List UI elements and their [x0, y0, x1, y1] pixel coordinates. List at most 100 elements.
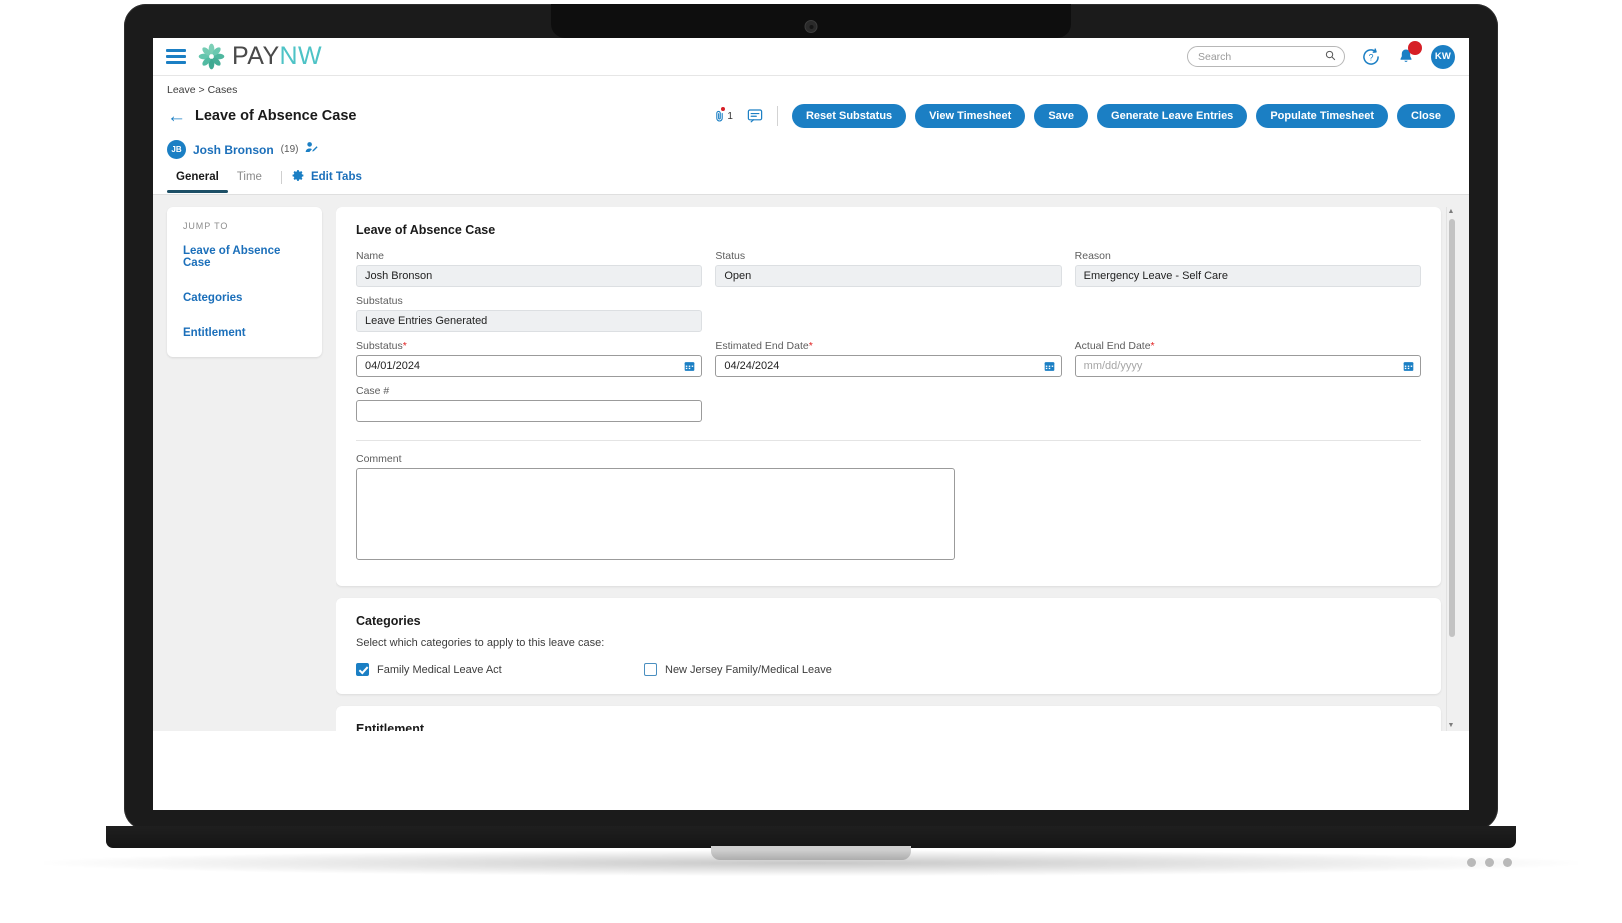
dot [1467, 858, 1476, 867]
substatus-date-input[interactable]: 04/01/2024 [356, 355, 703, 377]
dot [1503, 858, 1512, 867]
brand-pay-text: PAY [232, 42, 280, 70]
category-new-jersey-family-medical-leave[interactable]: New Jersey Family/Medical Leave [644, 663, 832, 676]
calendar-icon[interactable] [684, 361, 695, 372]
action-button-row: Reset Substatus View Timesheet Save Gene… [791, 104, 1455, 128]
paynw-flower-icon [198, 43, 225, 70]
header-tools: 1 Reset Substatus View Timesheet Save Ge… [713, 104, 1455, 128]
calendar-icon[interactable] [1044, 361, 1055, 372]
reason-field-group: Reason Emergency Leave - Self Care [1074, 250, 1421, 287]
substatus-field-group: Substatus Leave Entries Generated [356, 295, 703, 332]
notifications-bell-icon[interactable] [1397, 41, 1422, 66]
jump-link-categories[interactable]: Categories [167, 292, 322, 327]
categories-panel-title: Categories [356, 614, 421, 628]
estimated-end-date-label-text: Estimated End Date [715, 340, 809, 352]
estimated-end-date-field-group: Estimated End Date* 04/24/2024 [715, 340, 1062, 377]
screenshot-stage: PAYNW Search ? KW Leave > Cases ← Leave … [0, 0, 1622, 923]
reason-value: Emergency Leave - Self Care [1074, 265, 1421, 287]
edit-tabs-label: Edit Tabs [310, 171, 362, 183]
tab-time[interactable]: Time [228, 171, 271, 192]
employee-avatar: JB [167, 140, 186, 159]
category-label: New Jersey Family/Medical Leave [665, 663, 832, 676]
jump-link-leave-of-absence-case[interactable]: Leave of Absence Case [167, 245, 322, 292]
case-section-divider [356, 440, 1421, 441]
calendar-icon[interactable] [1403, 361, 1414, 372]
case-number-field-group: Case # [356, 385, 703, 422]
estimated-end-date-label: Estimated End Date* [715, 340, 1061, 352]
comments-icon[interactable] [747, 109, 763, 123]
laptop-screen: PAYNW Search ? KW Leave > Cases ← Leave … [153, 38, 1469, 810]
help-icon[interactable]: ? [1361, 47, 1381, 67]
estimated-end-required-marker: * [808, 340, 813, 352]
tab-divider [280, 170, 282, 184]
name-value: Josh Bronson [356, 265, 703, 287]
substatus-date-value: 04/01/2024 [365, 360, 421, 372]
actual-end-date-label: Actual End Date* [1075, 340, 1421, 352]
comment-textarea[interactable] [356, 468, 955, 560]
employee-switch-icon[interactable] [305, 141, 319, 159]
user-avatar[interactable]: KW [1431, 44, 1455, 69]
leave-of-absence-case-panel: Leave of Absence Case Name Josh Bronson … [336, 207, 1441, 586]
attachment-count: 1 [727, 110, 733, 122]
toolbar-divider [776, 106, 778, 126]
categories-panel: Categories Select which categories to ap… [336, 598, 1441, 694]
substatus-date-label-text: Substatus [356, 340, 403, 352]
decorative-dots [1467, 858, 1512, 867]
content-scrollbar[interactable]: ▲ ▼ [1446, 207, 1455, 731]
back-arrow-icon[interactable]: ← [167, 107, 186, 126]
breadcrumb[interactable]: Leave > Cases [153, 76, 1469, 102]
estimated-end-date-value: 04/24/2024 [724, 360, 780, 372]
gear-icon [292, 169, 305, 185]
category-label: Family Medical Leave Act [377, 663, 502, 676]
search-input[interactable] [1196, 49, 1325, 64]
hamburger-menu-icon[interactable] [166, 46, 186, 68]
tab-general[interactable]: General [167, 171, 228, 193]
generate-leave-entries-button[interactable]: Generate Leave Entries [1097, 104, 1248, 128]
checkbox-unchecked-icon[interactable] [644, 663, 657, 676]
substatus-date-required-marker: * [402, 340, 407, 352]
actual-end-date-field-group: Actual End Date* mm/dd/yyyy [1074, 340, 1421, 377]
case-fields-row-4: Case # [356, 385, 1421, 430]
tab-bar: General Time Edit Tabs [153, 159, 1469, 195]
estimated-end-date-input[interactable]: 04/24/2024 [715, 355, 1062, 377]
actual-end-date-input[interactable]: mm/dd/yyyy [1074, 355, 1421, 377]
case-number-input[interactable] [356, 400, 703, 422]
edit-tabs-button[interactable]: Edit Tabs [292, 169, 362, 194]
name-label: Name [356, 250, 385, 262]
top-nav-actions: ? KW [1187, 41, 1455, 69]
view-timesheet-button[interactable]: View Timesheet [915, 104, 1026, 128]
reason-label: Reason [1074, 250, 1111, 262]
scroll-up-icon[interactable]: ▲ [1447, 207, 1455, 217]
categories-subtitle: Select which categories to apply to this… [356, 637, 605, 649]
save-button[interactable]: Save [1034, 104, 1089, 128]
case-panel-title: Leave of Absence Case [356, 223, 496, 237]
svg-text:?: ? [1369, 52, 1374, 62]
close-button[interactable]: Close [1397, 104, 1455, 128]
jump-to-card: JUMP TO Leave of Absence Case Categories… [167, 207, 322, 357]
jump-to-title: JUMP TO [183, 221, 229, 231]
employee-name-link[interactable]: Josh Bronson [193, 143, 274, 157]
page-title: Leave of Absence Case [195, 108, 357, 124]
global-search[interactable] [1187, 46, 1345, 67]
jump-link-entitlement[interactable]: Entitlement [167, 327, 322, 341]
scroll-down-icon[interactable]: ▼ [1447, 721, 1455, 731]
scrollbar-thumb[interactable] [1448, 219, 1455, 637]
employee-summary-row: JB Josh Bronson (19) [153, 128, 1469, 159]
status-field-group: Status Open [715, 250, 1062, 287]
substatus-label: Substatus [356, 295, 403, 307]
webcam-icon [804, 20, 818, 33]
checkbox-checked-icon[interactable] [356, 663, 369, 676]
attachments-icon[interactable]: 1 [713, 107, 733, 124]
actual-end-date-placeholder: mm/dd/yyyy [1083, 360, 1143, 372]
search-icon[interactable] [1325, 48, 1336, 66]
categories-checkbox-row: Family Medical Leave Act New Jersey Fami… [356, 663, 1421, 676]
reset-substatus-button[interactable]: Reset Substatus [791, 104, 907, 128]
substatus-value: Leave Entries Generated [356, 310, 703, 332]
substatus-date-field-group: Substatus* 04/01/2024 [356, 340, 703, 377]
name-field-group: Name Josh Bronson [356, 250, 703, 287]
category-family-medical-leave-act[interactable]: Family Medical Leave Act [356, 663, 644, 676]
case-fields-row-2: Substatus Leave Entries Generated [356, 295, 1421, 340]
populate-timesheet-button[interactable]: Populate Timesheet [1256, 104, 1389, 128]
case-fields-row-1: Name Josh Bronson Status Open Reason Eme… [356, 250, 1421, 295]
page-header: ← Leave of Absence Case 1 Reset Substatu… [153, 102, 1469, 128]
